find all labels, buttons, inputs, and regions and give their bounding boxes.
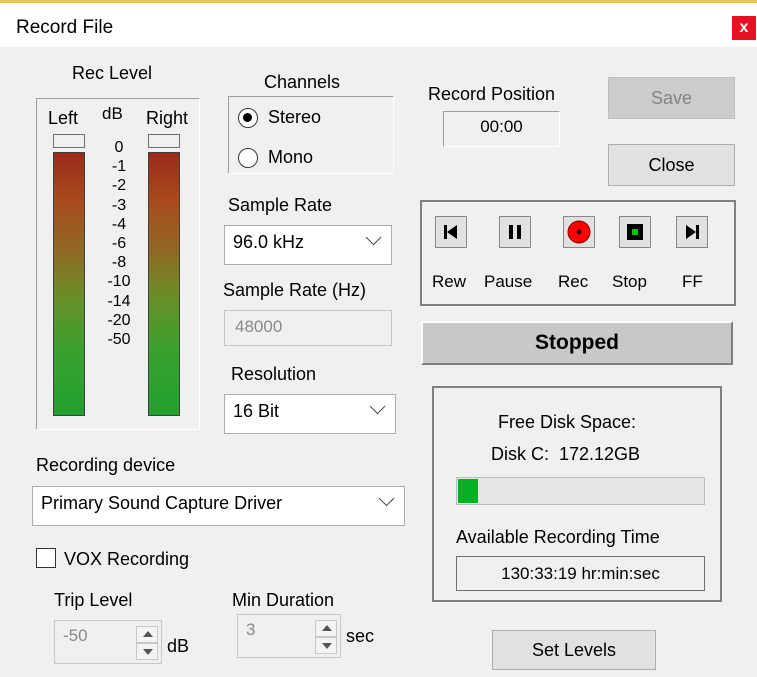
pause-button[interactable]	[499, 216, 531, 248]
record-file-dialog: Record File x Rec Level Left dB Right 0 …	[0, 0, 757, 677]
mono-radio[interactable]	[238, 148, 258, 168]
window-title: Record File	[16, 17, 114, 38]
db-tick: -6	[111, 235, 127, 253]
db-label: dB	[102, 104, 123, 123]
close-window-icon[interactable]: x	[732, 16, 756, 40]
stop-label: Stop	[612, 272, 647, 291]
db-tick: 0	[114, 139, 124, 156]
chevron-down-icon	[365, 229, 382, 246]
rec-level-heading: Rec Level	[72, 63, 153, 83]
recording-device-label: Recording device	[36, 455, 176, 475]
title-bar: Record File x	[0, 3, 757, 47]
channels-heading: Channels	[264, 72, 341, 92]
db-tick: -8	[111, 254, 127, 272]
recording-device-select[interactable]: Primary Sound Capture Driver	[32, 486, 405, 526]
db-tick: -50	[107, 331, 131, 349]
min-duration-unit: sec	[346, 626, 375, 646]
left-channel-label: Left	[48, 108, 79, 128]
record-button[interactable]	[563, 216, 595, 248]
trip-level-up-button[interactable]	[136, 626, 158, 643]
db-tick: -3	[111, 196, 127, 214]
min-duration-down-button[interactable]	[315, 637, 337, 654]
sample-rate-select[interactable]: 96.0 kHz	[224, 225, 392, 265]
available-recording-time-value: 130:33:19 hr:min:sec	[456, 556, 705, 591]
min-duration-up-button[interactable]	[315, 620, 337, 637]
sample-rate-value: 96.0 kHz	[233, 232, 305, 252]
db-tick: -20	[107, 311, 131, 329]
min-duration-label: Min Duration	[232, 590, 335, 610]
free-disk-space-label: Free Disk Space:	[498, 412, 637, 432]
rew-label: Rew	[432, 272, 467, 291]
trip-level-stepper[interactable]: -50	[54, 620, 162, 664]
right-level-meter	[148, 152, 180, 416]
min-duration-stepper[interactable]: 3	[237, 614, 341, 658]
ff-label: FF	[682, 272, 703, 291]
trip-level-unit: dB	[167, 636, 190, 656]
skip-back-icon	[444, 225, 457, 239]
pause-icon	[509, 225, 521, 239]
disk-usage-bar	[456, 477, 705, 505]
record-position-label: Record Position	[428, 84, 556, 104]
rewind-button[interactable]	[435, 216, 467, 248]
db-tick: -14	[107, 292, 131, 310]
arrow-up-icon	[322, 625, 332, 631]
available-recording-time-label: Available Recording Time	[456, 527, 660, 547]
skip-forward-icon	[686, 225, 699, 239]
trip-level-value: -50	[63, 626, 88, 645]
rec-label: Rec	[558, 272, 589, 291]
sample-rate-hz-field[interactable]: 48000	[224, 310, 392, 346]
min-duration-value: 3	[246, 620, 256, 639]
transport-controls: Rew Pause Rec Stop FF	[420, 200, 736, 306]
record-icon	[567, 220, 591, 244]
chevron-down-icon	[369, 398, 386, 415]
db-scale: 0 -1 -2 -3 -4 -6 -8 -10 -14 -20 -50	[94, 138, 144, 349]
set-levels-button[interactable]: Set Levels	[492, 630, 656, 670]
trip-level-label: Trip Level	[54, 590, 133, 610]
sample-rate-hz-label: Sample Rate (Hz)	[223, 280, 367, 300]
db-tick: -1	[111, 158, 127, 176]
stop-icon	[627, 224, 643, 240]
vox-recording-label: VOX Recording	[64, 549, 190, 569]
radio-selected-dot	[243, 113, 252, 122]
mono-label: Mono	[268, 147, 314, 167]
left-peak-indicator	[53, 134, 85, 148]
status-display: Stopped	[421, 321, 733, 365]
stop-button[interactable]	[619, 216, 651, 248]
arrow-up-icon	[143, 631, 153, 637]
close-button[interactable]: Close	[608, 144, 735, 186]
chevron-down-icon	[378, 490, 395, 507]
arrow-down-icon	[322, 643, 332, 649]
right-peak-indicator	[148, 134, 180, 148]
left-level-meter	[53, 152, 85, 416]
disk-usage-fill	[458, 479, 478, 503]
stereo-label: Stereo	[268, 107, 322, 127]
trip-level-down-button[interactable]	[136, 643, 158, 660]
save-button[interactable]: Save	[608, 77, 735, 119]
pause-label: Pause	[484, 272, 533, 291]
right-channel-label: Right	[146, 108, 189, 128]
record-position-value: 00:00	[443, 111, 560, 147]
stereo-radio[interactable]	[238, 108, 258, 128]
fast-forward-button[interactable]	[676, 216, 708, 248]
db-tick: -4	[111, 215, 127, 233]
db-tick: -2	[111, 177, 127, 195]
vox-recording-checkbox[interactable]	[36, 548, 56, 568]
resolution-select[interactable]: 16 Bit	[224, 394, 396, 434]
resolution-label: Resolution	[231, 364, 317, 384]
arrow-down-icon	[143, 649, 153, 655]
db-tick: -10	[107, 273, 131, 291]
recording-device-value: Primary Sound Capture Driver	[41, 493, 283, 513]
resolution-value: 16 Bit	[233, 401, 280, 421]
sample-rate-label: Sample Rate	[228, 195, 333, 215]
disk-info: Disk C: 172.12GB	[491, 444, 641, 464]
